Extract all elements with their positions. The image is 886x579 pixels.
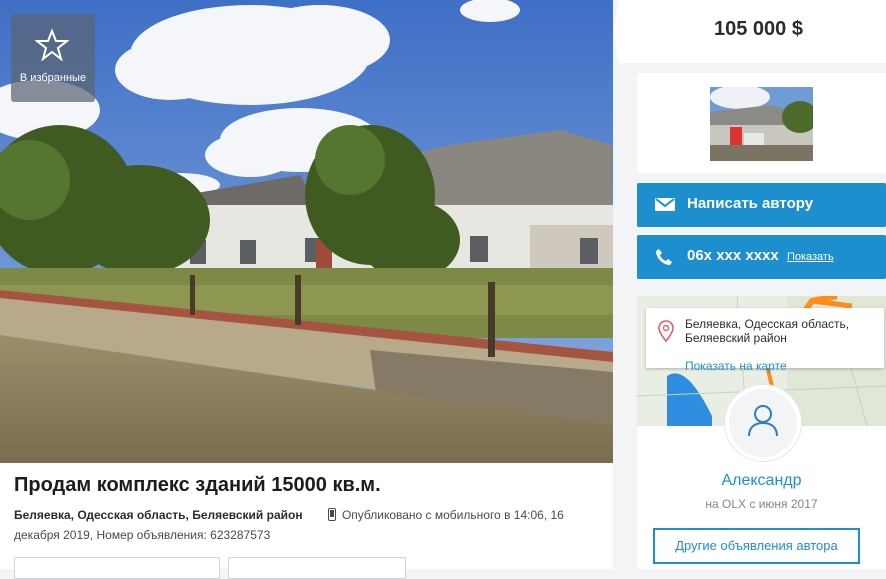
- phone-masked: 06x xxx xxxx: [687, 247, 779, 264]
- phone-button[interactable]: 06x xxx xxxx Показать: [637, 235, 886, 279]
- share-button-1[interactable]: [14, 557, 220, 579]
- write-author-label: Написать автору: [687, 195, 814, 212]
- star-icon: [35, 28, 69, 62]
- map-pin-icon: [658, 320, 674, 342]
- show-phone-link[interactable]: Показать: [787, 251, 834, 263]
- envelope-icon: [655, 198, 675, 211]
- avatar[interactable]: [724, 384, 802, 462]
- price-notch: [613, 0, 633, 63]
- address-text: Беляевка, Одесская область, Беляевский р…: [685, 317, 850, 345]
- listing-title: Продам комплекс зданий 15000 кв.м.: [14, 474, 381, 496]
- mobile-icon: [327, 508, 336, 521]
- address-card: Беляевка, Одесская область, Беляевский р…: [646, 308, 884, 373]
- thumbnail-box: [637, 73, 886, 173]
- listing-meta: Беляевка, Одесская область, Беляевский р…: [14, 505, 604, 545]
- show-on-map-link[interactable]: Показать на карте: [685, 359, 787, 373]
- favorite-button[interactable]: В избранные: [11, 14, 95, 102]
- phone-icon: [656, 249, 672, 265]
- listing-main: В избранные Продам комплекс зданий 15000…: [0, 0, 613, 579]
- seller-name[interactable]: Александр: [637, 472, 886, 490]
- other-ads-button[interactable]: Другие объявления автора: [653, 528, 860, 564]
- user-icon: [748, 405, 778, 437]
- main-photo[interactable]: В избранные: [0, 0, 613, 463]
- thumbnail-image: [710, 87, 813, 161]
- price: 105 000 $: [714, 18, 803, 40]
- seller-since: на OLX с июня 2017: [705, 497, 818, 511]
- ad-number: Номер объявления: 623287573: [96, 528, 271, 542]
- phone-number: 06x xxx xxxx Показать: [687, 247, 834, 264]
- share-button-2[interactable]: [228, 557, 406, 579]
- sidebar: 105 000 $ Написать автору 06x xxx xxxx П…: [613, 0, 886, 569]
- listing-location: Беляевка, Одесская область, Беляевский р…: [14, 508, 303, 522]
- favorite-label: В избранные: [19, 72, 87, 84]
- photo-thumbnail[interactable]: [710, 87, 813, 161]
- write-author-button[interactable]: Написать автору: [637, 183, 886, 227]
- published-label: Опубликовано с мобильного: [341, 508, 501, 522]
- seller-card: Беляевка, Одесская область, Беляевский р…: [637, 296, 886, 569]
